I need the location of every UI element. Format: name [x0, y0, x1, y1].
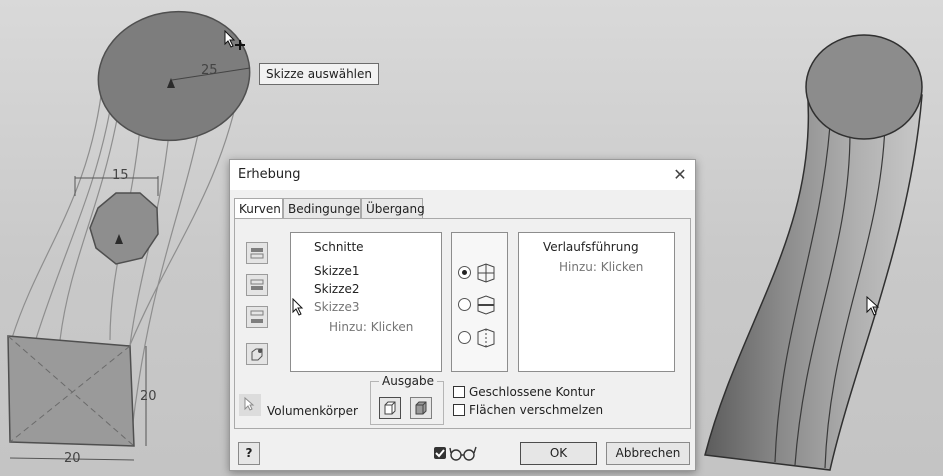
dialog-titlebar[interactable]: Erhebung ✕	[230, 160, 695, 190]
section-item[interactable]: Skizze3	[314, 300, 360, 314]
section-item[interactable]: Skizze2	[314, 282, 360, 296]
dimension-middle-diameter: 15	[112, 168, 129, 183]
move-up-button[interactable]	[246, 242, 268, 264]
curves-panel: Schnitte Skizze1 Skizze2 Skizze3 Hinzu: …	[234, 218, 691, 429]
solid-selector-button[interactable]	[239, 394, 261, 416]
select-sketch-tooltip: Skizze auswählen	[259, 63, 380, 85]
help-button[interactable]: ?	[238, 442, 260, 465]
rails-loft-icon	[477, 263, 495, 283]
loft-dialog: Erhebung ✕ Kurven Bedingungen Übergang S…	[229, 159, 696, 471]
centerline-type-radio[interactable]	[458, 298, 471, 311]
section-stack-icon	[250, 310, 264, 323]
mouse-cursor-icon	[292, 298, 304, 316]
rails-header: Verlaufsführung	[543, 240, 639, 254]
section-stack-icon	[250, 279, 264, 290]
loft-preview-view[interactable]	[680, 0, 943, 476]
rails-add-hint[interactable]: Hinzu: Klicken	[559, 260, 643, 274]
closed-loop-label: Geschlossene Kontur	[469, 385, 595, 399]
centerline-loft-icon	[477, 295, 495, 315]
selection-arrow-icon	[244, 396, 255, 411]
preview-checkbox[interactable]	[434, 447, 446, 459]
sections-add-hint[interactable]: Hinzu: Klicken	[329, 320, 413, 334]
move-down-button[interactable]	[246, 306, 268, 328]
closed-loop-checkbox[interactable]	[453, 386, 465, 398]
merge-faces-checkbox[interactable]	[453, 404, 465, 416]
rails-list[interactable]: Verlaufsführung Hinzu: Klicken	[518, 232, 675, 372]
dialog-title: Erhebung	[238, 167, 301, 182]
add-point-button[interactable]	[246, 343, 268, 365]
rails-type-radio[interactable]	[458, 266, 471, 279]
check-icon	[435, 449, 445, 458]
close-icon[interactable]: ✕	[665, 160, 695, 190]
sections-list[interactable]: Schnitte Skizze1 Skizze2 Skizze3 Hinzu: …	[290, 232, 442, 372]
area-loft-icon	[477, 328, 495, 348]
solid-body-label: Volumenkörper	[267, 404, 358, 418]
tab-curves[interactable]: Kurven	[234, 198, 283, 219]
section-item[interactable]: Skizze1	[314, 264, 360, 278]
tab-conditions[interactable]: Bedingungen	[283, 198, 368, 218]
sections-header: Schnitte	[314, 240, 364, 254]
solid-output-icon	[384, 401, 396, 415]
cancel-button[interactable]: Abbrechen	[606, 442, 690, 465]
output-solid-button[interactable]	[379, 397, 401, 419]
closed-loop-option[interactable]: Geschlossene Kontur	[453, 384, 595, 400]
dimension-bottom-width: 20	[64, 451, 81, 466]
ok-button[interactable]: OK	[520, 442, 597, 465]
tab-transition[interactable]: Übergang	[361, 198, 425, 218]
output-surface-button[interactable]	[410, 397, 432, 419]
output-label: Ausgabe	[379, 374, 438, 388]
point-settings-icon	[251, 348, 263, 361]
merge-faces-label: Flächen verschmelzen	[469, 403, 604, 417]
merge-faces-option[interactable]: Flächen verschmelzen	[453, 402, 603, 418]
move-middle-button[interactable]	[246, 274, 268, 296]
preview-glasses-icon[interactable]	[449, 445, 477, 461]
dimension-bottom-height: 20	[140, 389, 157, 404]
surface-output-icon	[415, 401, 427, 415]
loft-type-selector	[451, 232, 508, 372]
area-type-radio[interactable]	[458, 331, 471, 344]
select-cursor-icon	[224, 30, 245, 50]
dimension-top-diameter: 25	[201, 63, 218, 78]
output-group: Ausgabe	[370, 374, 444, 425]
section-stack-icon	[250, 248, 264, 259]
